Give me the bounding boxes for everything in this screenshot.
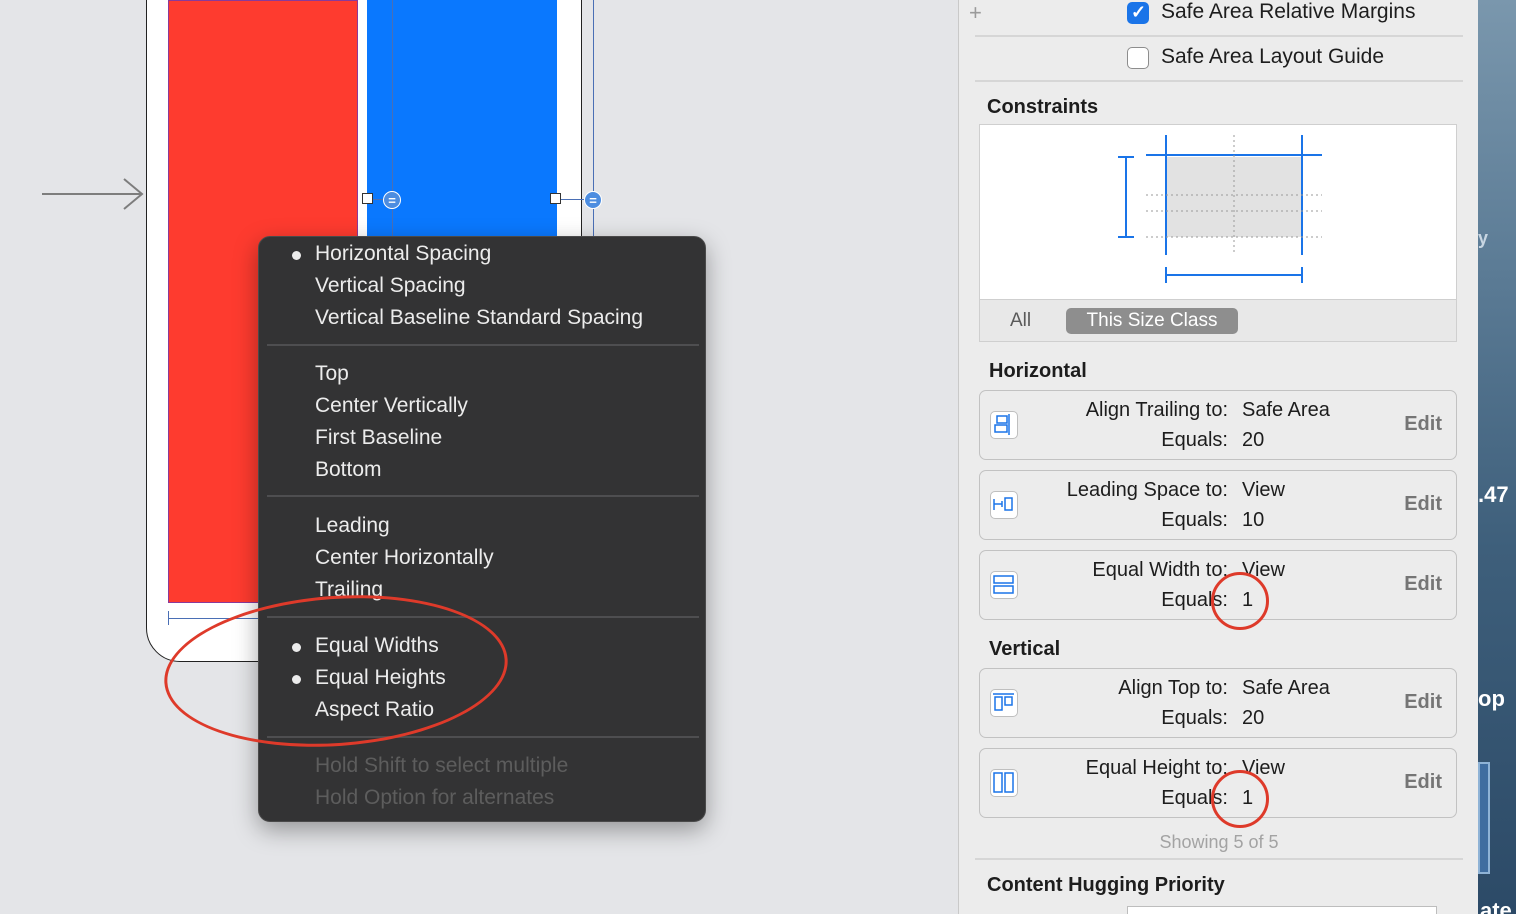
resize-handle[interactable] [362,193,373,204]
menu-item-horizontal-spacing[interactable]: Horizontal Spacing [315,239,491,269]
safe-area-relative-margins-label: Safe Area Relative Margins [1161,0,1416,23]
edit-button[interactable]: Edit [1404,771,1442,794]
horizontal-section-title: Horizontal [989,360,1087,382]
edit-button[interactable]: Edit [1404,573,1442,596]
size-inspector-panel: + Safe Area Relative Margins Safe Area L… [958,0,1479,914]
annotation-circle [1211,770,1269,828]
edit-button[interactable]: Edit [1404,493,1442,516]
tab-this-size-class[interactable]: This Size Class [1066,308,1238,334]
constraint-constant: 20 [1242,707,1265,729]
constraints-diagram [979,124,1457,300]
menu-item-bottom[interactable]: Bottom [315,455,382,485]
constraint-target: View [1242,479,1285,501]
menu-item-first-baseline[interactable]: First Baseline [315,423,442,453]
annotation-circle [1211,572,1269,630]
menu-item-leading[interactable]: Leading [315,511,390,541]
menu-item-vertical-baseline-standard-spacing[interactable]: Vertical Baseline Standard Spacing [315,303,643,333]
equal-constraint-badge-icon[interactable]: = [383,191,401,209]
constraint-card-align-top[interactable]: Align Top to: Safe Area Equals: 20 Edit [979,668,1457,738]
storyboard-canvas[interactable]: = = Horizontal Spacing Vertical Spacing … [0,0,958,914]
constraint-label: Equal Width to: [1092,559,1228,581]
safe-area-relative-margins-checkbox[interactable] [1127,2,1149,24]
edit-button[interactable]: Edit [1404,691,1442,714]
desktop-fragment: .47 [1478,482,1509,507]
edit-button[interactable]: Edit [1404,413,1442,436]
constraint-equals-label: Equals: [1161,707,1228,729]
desktop-fragment: ate [1480,898,1512,914]
menu-item-center-horizontally[interactable]: Center Horizontally [315,543,494,573]
constraints-diagram-graphic [1118,135,1322,283]
menu-item-top[interactable]: Top [315,359,349,389]
constraint-label: Leading Space to: [1066,479,1228,501]
constraint-equals-label: Equals: [1161,429,1228,451]
safe-area-layout-guide-label: Safe Area Layout Guide [1161,45,1384,68]
constraint-constant: 20 [1242,429,1265,451]
menu-item-center-vertically[interactable]: Center Vertically [315,391,468,421]
add-variation-plus-icon[interactable]: + [969,0,982,26]
width-guide-line [168,611,169,625]
constraint-card-align-trailing[interactable]: Align Trailing to: Safe Area Equals: 20 … [979,390,1457,460]
vertical-section-title: Vertical [989,638,1061,660]
hugging-priority-slider[interactable] [1127,906,1437,914]
entry-point-arrow-icon [42,178,144,210]
constraint-label: Align Trailing to: [1085,399,1228,421]
desktop-background: y .47 op ate [1478,0,1516,914]
constraint-target: Safe Area [1242,677,1330,699]
checked-bullet-icon [292,251,301,260]
tab-all[interactable]: All [1010,310,1031,332]
menu-hint-shift: Hold Shift to select multiple [315,754,569,777]
constraints-count: Showing 5 of 5 [1159,832,1279,852]
constraint-card-leading-space[interactable]: Leading Space to: View Equals: 10 Edit [979,470,1457,540]
safe-area-layout-guide-checkbox[interactable] [1127,47,1149,69]
divider [975,35,1463,37]
divider [975,80,1463,82]
align-top-icon [990,689,1018,717]
constraint-constant: 10 [1242,509,1265,531]
menu-separator [267,495,699,497]
constraint-equals-label: Equals: [1161,509,1228,531]
content-hugging-priority-title: Content Hugging Priority [987,874,1225,896]
desktop-fragment: y [1478,228,1489,248]
equal-height-icon [990,769,1018,797]
size-class-tabs: All This Size Class [979,300,1457,342]
constraints-section-title: Constraints [987,96,1099,118]
leading-space-icon [990,491,1018,519]
equal-constraint-badge-icon[interactable]: = [584,191,602,209]
menu-item-vertical-spacing[interactable]: Vertical Spacing [315,271,466,301]
resize-handle[interactable] [550,193,561,204]
constraint-label: Equal Height to: [1085,757,1228,779]
equal-width-icon [990,571,1018,599]
constraint-target: Safe Area [1242,399,1330,421]
constraint-label: Align Top to: [1118,677,1228,699]
menu-hint-option: Hold Option for alternates [315,786,555,809]
align-trailing-icon [990,411,1018,439]
menu-separator [267,344,699,346]
desktop-window-fragment [1478,762,1490,874]
divider [975,858,1463,860]
desktop-fragment: op [1478,686,1505,711]
